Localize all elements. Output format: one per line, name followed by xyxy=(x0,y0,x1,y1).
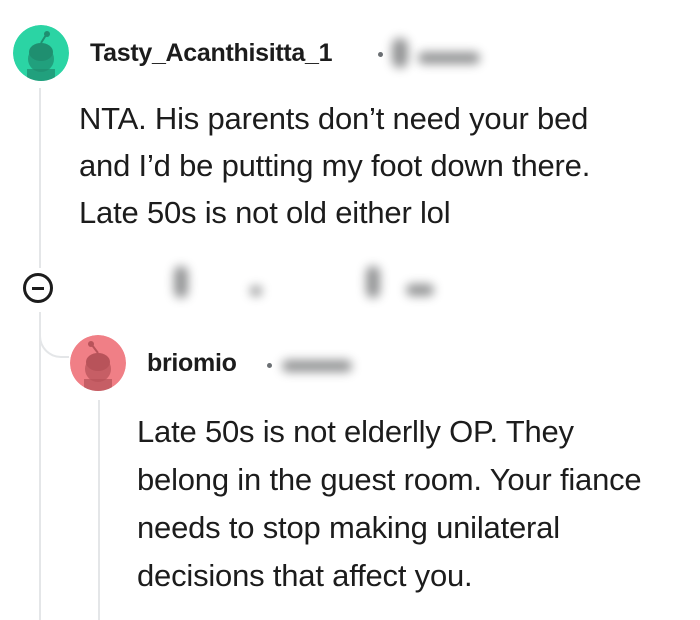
blurred-timestamp xyxy=(392,38,408,68)
comment-line: needs to stop making unilateral xyxy=(137,510,560,545)
snoo-avatar-icon xyxy=(70,335,126,391)
blurred-action[interactable] xyxy=(366,266,380,298)
snoo-avatar-icon xyxy=(13,25,69,81)
comment-line: belong in the guest room. Your fiance xyxy=(137,462,642,497)
reply-thread-line[interactable] xyxy=(98,400,100,620)
separator-dot xyxy=(267,363,272,368)
username-tasty[interactable]: Tasty_Acanthisitta_1 xyxy=(90,39,333,68)
blurred-action[interactable] xyxy=(174,266,188,298)
username-briomio[interactable]: briomio xyxy=(147,349,237,378)
blurred-timestamp xyxy=(282,360,352,372)
avatar-briomio[interactable] xyxy=(70,335,126,391)
blurred-action[interactable] xyxy=(406,284,434,296)
blurred-action[interactable] xyxy=(250,286,262,296)
thread-line-top xyxy=(39,88,41,268)
collapse-minus-icon[interactable] xyxy=(23,273,53,303)
blurred-timestamp xyxy=(418,52,480,64)
comment-line: and I’d be putting my foot down there. xyxy=(79,148,591,183)
avatar-tasty[interactable] xyxy=(13,25,69,81)
thread-line-bottom[interactable] xyxy=(39,312,41,620)
comment-line: Late 50s is not old either lol xyxy=(79,195,451,230)
reply-branch-connector xyxy=(39,312,69,358)
comment-line: decisions that affect you. xyxy=(137,558,473,593)
separator-dot xyxy=(378,52,383,57)
comment-line: NTA. His parents don’t need your bed xyxy=(79,101,589,136)
comment-line: Late 50s is not elderlly OP. They xyxy=(137,414,574,449)
